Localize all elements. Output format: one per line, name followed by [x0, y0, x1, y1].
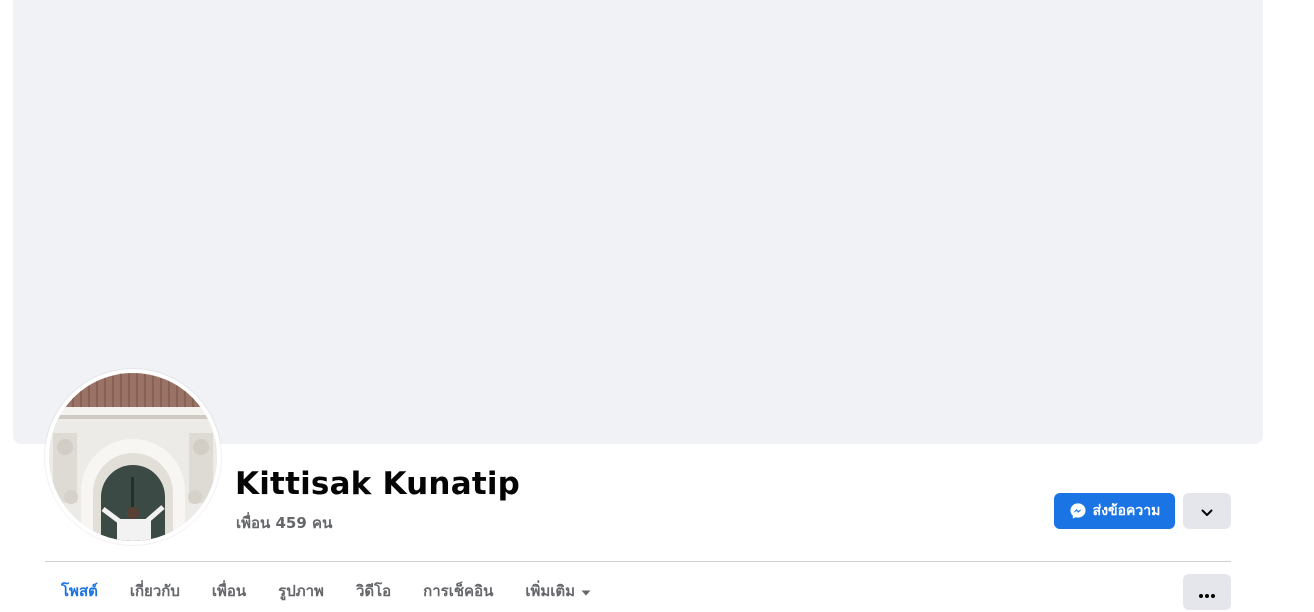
tab-photos[interactable]: รูปภาพ — [262, 570, 340, 612]
profile-tabs: โพสต์ เกี่ยวกับ เพื่อน รูปภาพ วิดีโอ การ… — [45, 570, 607, 612]
profile-name: Kittisak Kunatip — [235, 466, 521, 502]
cover-photo[interactable] — [13, 0, 1263, 444]
send-message-label: ส่งข้อความ — [1092, 503, 1161, 519]
friend-count[interactable]: เพื่อน 459 คน — [236, 511, 332, 535]
send-message-button[interactable]: ส่งข้อความ — [1054, 493, 1175, 529]
tab-posts[interactable]: โพสต์ — [45, 570, 114, 612]
caret-down-icon — [581, 582, 591, 600]
tab-videos-label: วิดีโอ — [355, 582, 392, 600]
tab-more[interactable]: เพิ่มเติม — [509, 570, 607, 612]
tab-posts-label: โพสต์ — [61, 582, 98, 600]
tab-photos-label: รูปภาพ — [278, 582, 324, 600]
tab-check-ins-label: การเช็คอิน — [423, 582, 494, 600]
profile-divider — [45, 561, 1231, 562]
profile-options-dropdown-button[interactable] — [1183, 493, 1231, 529]
ellipsis-icon — [1199, 583, 1215, 602]
avatar — [49, 373, 217, 541]
tab-check-ins[interactable]: การเช็คอิน — [407, 570, 509, 612]
profile-picture[interactable] — [45, 369, 221, 545]
messenger-icon — [1069, 502, 1087, 520]
tab-about-label: เกี่ยวกับ — [129, 582, 180, 600]
tab-videos[interactable]: วิดีโอ — [340, 570, 407, 612]
tab-more-label: เพิ่มเติม — [525, 582, 576, 600]
chevron-down-icon — [1201, 502, 1213, 521]
tab-friends[interactable]: เพื่อน — [196, 570, 262, 612]
more-options-button[interactable] — [1183, 574, 1231, 610]
tab-about[interactable]: เกี่ยวกับ — [114, 570, 196, 612]
tab-friends-label: เพื่อน — [211, 582, 247, 600]
